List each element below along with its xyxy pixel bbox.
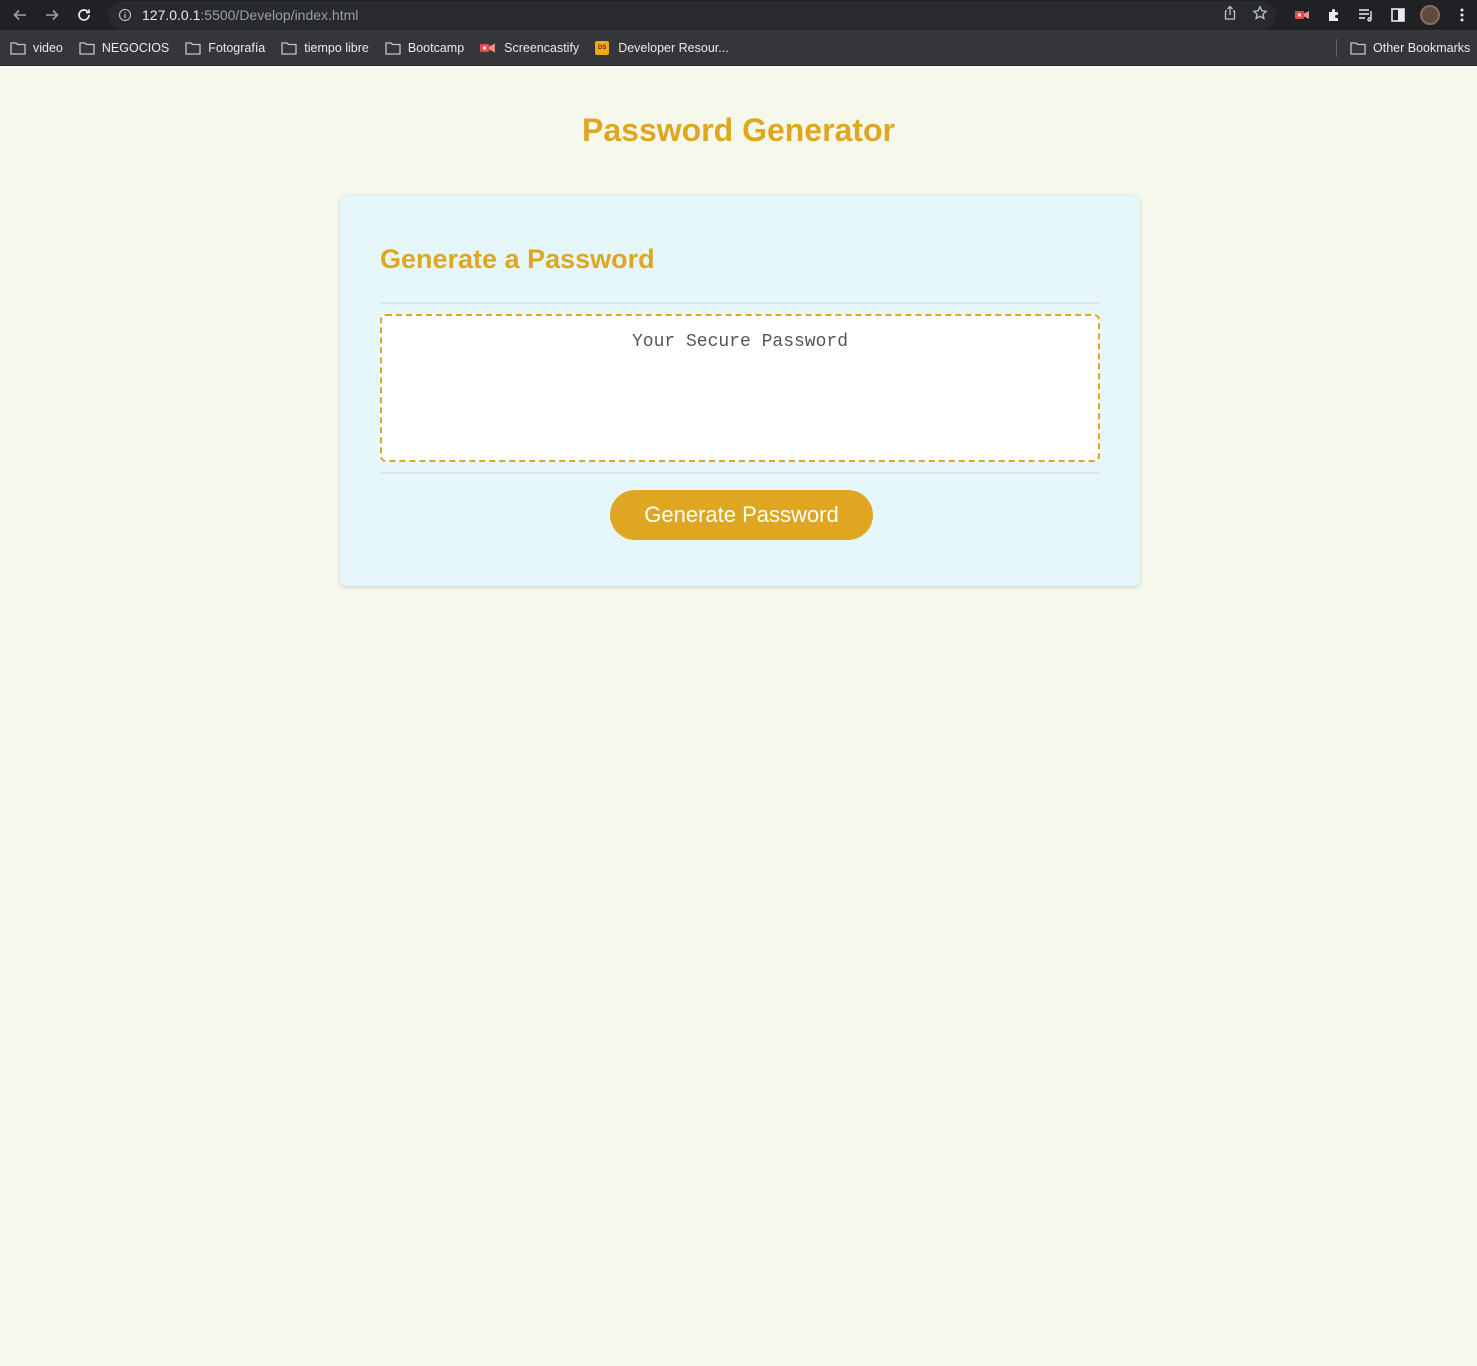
bookmark-label: Screencastify <box>504 40 580 55</box>
avatar <box>1420 5 1440 25</box>
card-header: Generate a Password <box>380 244 655 274</box>
bookmark-fotografia[interactable]: Fotografía <box>175 34 271 62</box>
kebab-menu-icon <box>1460 8 1464 22</box>
share-icon[interactable] <box>1222 5 1238 26</box>
bookmark-video[interactable]: video <box>0 34 69 62</box>
folder-icon <box>1350 42 1366 55</box>
side-panel-icon[interactable] <box>1382 0 1414 30</box>
bookmarks-bar: video NEGOCIOS Fotografía tiempo libre B… <box>0 30 1477 66</box>
url-path: :5500/Develop/index.html <box>200 7 359 23</box>
forward-button[interactable] <box>36 0 68 30</box>
bookmark-label: Other Bookmarks <box>1373 41 1471 55</box>
folder-icon <box>185 41 201 55</box>
bookmark-label: Developer Resour... <box>618 40 729 55</box>
reading-list-icon[interactable] <box>1350 0 1382 30</box>
bookmark-label: NEGOCIOS <box>101 40 170 55</box>
forward-arrow-icon <box>46 9 59 21</box>
browser-toolbar: 127.0.0.1:5500/Develop/index.html <box>0 0 1477 30</box>
back-button[interactable] <box>4 0 36 30</box>
bookmark-star-icon[interactable] <box>1252 4 1268 26</box>
divider <box>380 302 1100 304</box>
password-textarea[interactable] <box>380 314 1100 462</box>
folder-icon <box>10 41 26 55</box>
reload-button[interactable] <box>68 0 100 30</box>
generate-password-button[interactable]: Generate Password <box>610 490 873 540</box>
bookmark-label: tiempo libre <box>304 40 369 55</box>
bookmark-negocios[interactable]: NEGOCIOS <box>69 34 175 62</box>
reload-icon <box>78 9 90 21</box>
bookmark-label: Fotografía <box>208 40 266 55</box>
address-bar[interactable]: 127.0.0.1:5500/Develop/index.html <box>108 1 1276 29</box>
password-card: Generate a Password Generate Password <box>340 196 1140 586</box>
screencastify-icon <box>480 43 496 52</box>
bookmark-bootcamp[interactable]: Bootcamp <box>375 34 470 62</box>
page-title: Password Generator <box>582 112 895 148</box>
folder-icon <box>385 41 401 55</box>
back-arrow-icon <box>13 9 26 21</box>
bookmark-developer-resources[interactable]: DS Developer Resour... <box>585 34 734 62</box>
divider <box>380 472 1100 474</box>
bookmark-other-bookmarks[interactable]: Other Bookmarks <box>1340 34 1476 62</box>
profile-avatar[interactable] <box>1414 0 1446 30</box>
puzzle-extensions-icon[interactable] <box>1318 0 1350 30</box>
bookmark-label: video <box>33 40 63 55</box>
bookmark-tiempo-libre[interactable]: tiempo libre <box>271 34 375 62</box>
folder-icon <box>79 41 95 55</box>
bookmarks-divider <box>1336 39 1337 57</box>
screencastify-extension-icon[interactable] <box>1286 0 1318 30</box>
site-info-icon[interactable] <box>108 8 142 22</box>
bookmark-screencastify[interactable]: Screencastify <box>470 34 585 62</box>
bookmark-label: Bootcamp <box>407 40 465 55</box>
folder-icon <box>281 41 297 55</box>
browser-menu-button[interactable] <box>1446 0 1477 30</box>
extensions-area <box>1286 0 1477 30</box>
url-host: 127.0.0.1 <box>142 7 201 23</box>
ds-icon: DS <box>595 40 610 55</box>
